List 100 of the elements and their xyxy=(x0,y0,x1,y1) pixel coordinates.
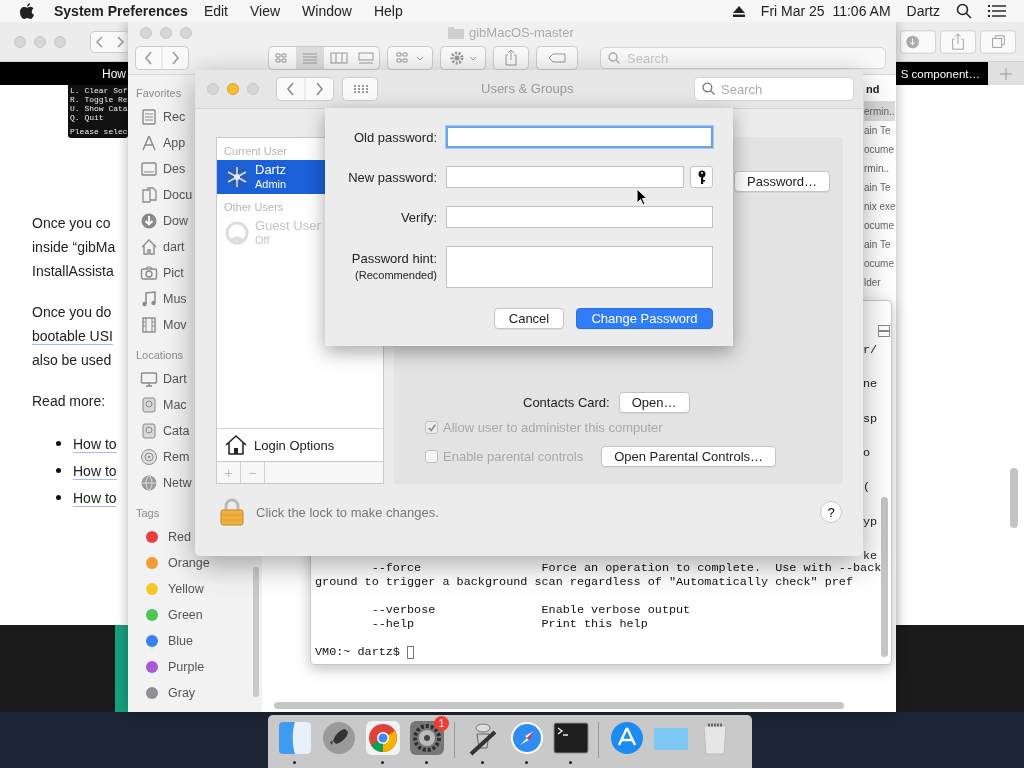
terminal-prompt: VM0:~ dartz$ xyxy=(315,645,400,659)
back-forward-buttons[interactable] xyxy=(135,46,189,70)
sidebar-item[interactable]: App xyxy=(163,136,186,150)
password-field[interactable] xyxy=(446,166,684,188)
user-menu[interactable]: Dartz xyxy=(906,3,940,19)
user-role: Admin xyxy=(255,177,287,191)
hint-field[interactable] xyxy=(446,246,713,288)
sidebar-item[interactable]: Purple xyxy=(168,660,205,674)
group-button[interactable] xyxy=(387,46,433,70)
sidebar-item[interactable]: Rec xyxy=(163,110,186,124)
compass-icon[interactable] xyxy=(508,720,545,756)
help-button[interactable]: ? xyxy=(820,501,842,523)
sidebar-item[interactable]: Rem xyxy=(163,450,190,464)
finder-icon[interactable] xyxy=(276,720,313,756)
split-icon[interactable] xyxy=(878,325,890,337)
close-button[interactable] xyxy=(140,27,152,39)
parental-controls-button[interactable]: Open Parental Controls… xyxy=(601,446,777,467)
tabs-icon[interactable] xyxy=(980,28,1016,55)
sidebar-item[interactable]: Dart xyxy=(163,372,187,386)
terminal-text: sp xyxy=(863,411,878,426)
change-password-button[interactable]: Password… xyxy=(734,171,831,192)
article-link[interactable]: How to xyxy=(73,458,117,483)
table-cell-text: ain Te xyxy=(864,238,891,252)
lock-icon[interactable] xyxy=(220,498,244,526)
article-link[interactable]: How to xyxy=(73,485,117,510)
app-menu[interactable]: System Preferences xyxy=(54,3,188,19)
article-link[interactable]: bootable USI xyxy=(32,324,113,348)
scrollbar[interactable] xyxy=(274,702,844,709)
app-store-icon[interactable] xyxy=(608,720,645,756)
share-icon[interactable] xyxy=(493,46,529,70)
download-icon[interactable] xyxy=(900,28,936,55)
menu-item[interactable]: View xyxy=(250,3,281,19)
scrollbar[interactable] xyxy=(881,497,888,657)
change-password-button[interactable]: Change Password xyxy=(576,308,713,329)
sidebar-heading: Tags xyxy=(136,506,160,521)
back-forward-buttons[interactable] xyxy=(90,30,130,53)
zoom-button[interactable] xyxy=(54,35,66,48)
close-button[interactable] xyxy=(207,83,219,95)
menu-item[interactable]: Window xyxy=(302,3,352,19)
menu-item[interactable]: Edit xyxy=(203,3,228,19)
sidebar-item[interactable]: Pict xyxy=(163,266,184,280)
folder-icon xyxy=(448,26,464,39)
open-button[interactable]: Open… xyxy=(618,392,690,413)
minimize-button[interactable] xyxy=(34,35,46,48)
sidebar-item[interactable]: Netw xyxy=(163,476,192,490)
sidebar-item[interactable]: Yellow xyxy=(168,582,204,596)
terminal-icon[interactable] xyxy=(552,720,589,756)
lock-message: Click the lock to make changes. xyxy=(256,504,439,520)
table-cell-text: ain Te xyxy=(864,124,891,138)
sidebar-item[interactable]: Red xyxy=(168,530,191,544)
back-forward-buttons[interactable] xyxy=(276,77,334,101)
article-text: InstallAssista xyxy=(32,262,114,281)
cancel-button[interactable]: Cancel xyxy=(494,308,564,329)
table-cell-text: ain Te xyxy=(864,181,891,195)
search-field[interactable]: Search xyxy=(694,77,854,101)
sidebar-item[interactable]: Des xyxy=(163,162,186,176)
sidebar-item[interactable]: Blue xyxy=(168,634,194,648)
rocket-icon[interactable] xyxy=(320,720,357,756)
sidebar-item[interactable]: Cata xyxy=(163,424,190,438)
grid-button[interactable] xyxy=(342,77,378,101)
sidebar-item[interactable]: Mov xyxy=(163,318,187,332)
sidebar-item[interactable]: Mus xyxy=(163,292,187,306)
view-mode-buttons[interactable] xyxy=(268,46,380,70)
tag-icon[interactable] xyxy=(536,46,578,70)
sidebar-item[interactable]: Dow xyxy=(163,214,188,228)
sidebar-item[interactable]: Gray xyxy=(168,686,196,700)
key-button[interactable] xyxy=(690,166,713,188)
chrome-icon[interactable] xyxy=(364,720,401,756)
password-field[interactable] xyxy=(446,206,713,228)
zoom-button[interactable] xyxy=(247,83,259,95)
terminal-text: ( xyxy=(863,480,872,495)
menu-item[interactable]: Help xyxy=(373,3,403,19)
sidebar-item[interactable]: Green xyxy=(168,608,203,622)
scrollbar[interactable] xyxy=(1010,468,1018,528)
clock[interactable]: Fri Mar 25 11:06 AM xyxy=(760,3,891,19)
tab-title[interactable]: S component… xyxy=(900,67,980,80)
eject-icon[interactable] xyxy=(732,5,745,17)
table-cell-text: ocume xyxy=(864,257,894,271)
zoom-button[interactable] xyxy=(180,27,192,39)
tab-title[interactable]: How xyxy=(102,66,126,81)
sidebar-item[interactable]: Docu xyxy=(163,188,193,202)
terminal-text: ne xyxy=(863,377,878,392)
close-button[interactable] xyxy=(14,35,26,48)
article-link[interactable]: How to xyxy=(73,431,117,456)
password-field[interactable] xyxy=(446,126,713,148)
plus-icon[interactable] xyxy=(1000,67,1012,80)
sidebar-item[interactable]: dart xyxy=(163,240,185,254)
field-label: Old password: xyxy=(353,128,437,146)
list-icon[interactable] xyxy=(988,4,1006,18)
user-name: Dartz xyxy=(255,163,287,177)
sidebar-item[interactable]: Mac xyxy=(163,398,187,412)
sidebar-item[interactable]: Orange xyxy=(168,556,210,570)
field-label: Verify: xyxy=(400,208,437,226)
share-icon[interactable] xyxy=(940,28,976,55)
scrollbar[interactable] xyxy=(253,567,259,697)
minimize-button[interactable] xyxy=(227,83,239,95)
search-icon[interactable] xyxy=(956,3,972,19)
gear-icon[interactable] xyxy=(408,720,445,756)
minimize-button[interactable] xyxy=(160,27,172,39)
apple-icon[interactable] xyxy=(20,2,34,20)
